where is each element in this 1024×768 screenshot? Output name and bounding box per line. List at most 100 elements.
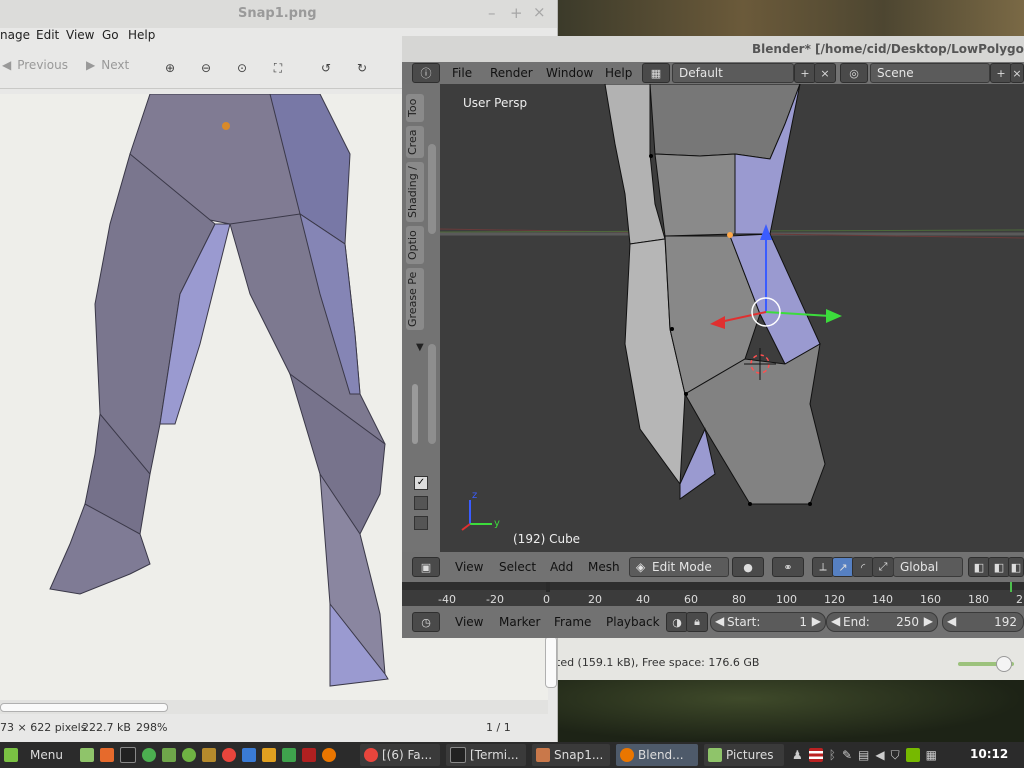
zoom-normal-button[interactable]: ⊙	[230, 56, 254, 80]
menu-render[interactable]: Render	[490, 66, 533, 80]
menu-view[interactable]: View	[455, 615, 483, 629]
increment-icon[interactable]: ▶	[812, 614, 821, 628]
tabs-scrollbar[interactable]	[428, 144, 436, 234]
current-frame-field[interactable]: ◀ 192	[942, 612, 1024, 632]
game-icon[interactable]	[302, 748, 316, 762]
layer-button-1[interactable]: ◧	[968, 557, 990, 577]
menu-help[interactable]: Help	[605, 66, 632, 80]
rotate-left-button[interactable]: ↺	[314, 56, 338, 80]
files-icon[interactable]	[162, 748, 176, 762]
screen-layout-button[interactable]: ▦	[642, 63, 670, 83]
frame-indicator[interactable]	[1010, 582, 1012, 592]
clock[interactable]: 10:12	[970, 747, 1008, 761]
horizontal-scrollbar[interactable]	[0, 700, 548, 714]
best-fit-button[interactable]: ⛶	[266, 56, 290, 80]
manipulator-toggle[interactable]: ⟂	[812, 557, 834, 577]
task-terminal[interactable]: [Termi...	[446, 744, 526, 766]
menu-add[interactable]: Add	[550, 560, 573, 574]
tab-options[interactable]: Optio	[406, 226, 424, 264]
lock-button[interactable]: 🔒︎	[686, 612, 708, 632]
task-blender[interactable]: Blend...	[616, 744, 698, 766]
previous-button[interactable]: ◀ Previous	[2, 58, 68, 72]
gimp-icon[interactable]	[202, 748, 216, 762]
menu-mesh[interactable]: Mesh	[588, 560, 620, 574]
end-frame-field[interactable]: ◀ End: 250 ▶	[826, 612, 938, 632]
writer-icon[interactable]	[242, 748, 256, 762]
menu-view[interactable]: View	[455, 560, 483, 574]
calc-icon[interactable]	[282, 748, 296, 762]
range-toggle-button[interactable]: ◑	[666, 612, 688, 632]
tools-icon[interactable]: ✎	[842, 748, 852, 762]
volume-icon[interactable]: ◀	[875, 748, 884, 762]
menu-window[interactable]: Window	[546, 66, 593, 80]
maximize-button[interactable]: +	[510, 4, 523, 22]
checkbox-checked[interactable]: ✓	[414, 476, 428, 490]
user-icon[interactable]: ♟	[792, 748, 803, 762]
nvidia-icon[interactable]	[905, 748, 920, 762]
panel-collapse-icon[interactable]: ▼	[416, 342, 424, 353]
tab-create[interactable]: Crea	[406, 126, 424, 158]
pivot-point-button[interactable]: ⚭	[772, 557, 804, 577]
menu-edit[interactable]: Edit	[36, 28, 59, 42]
terminal-icon[interactable]	[120, 747, 136, 763]
scale-manipulator[interactable]: ⤢	[872, 557, 894, 577]
menu-select[interactable]: Select	[499, 560, 536, 574]
menu-playback[interactable]: Playback	[606, 615, 660, 629]
menu-view[interactable]: View	[66, 28, 94, 42]
add-layout-button[interactable]: +	[794, 63, 816, 83]
decrement-icon[interactable]: ◀	[831, 614, 840, 628]
bluetooth-icon[interactable]: ᛒ	[829, 748, 836, 762]
viewport-shading-button[interactable]: ●	[732, 557, 764, 577]
tab-tools[interactable]: Too	[406, 94, 424, 122]
timeline[interactable]: -40 -20 0 20 40 60 80 100 120 140 160 18…	[402, 582, 1024, 606]
panel-slider[interactable]	[412, 384, 418, 444]
decrement-icon[interactable]: ◀	[715, 614, 724, 628]
delete-scene-button[interactable]: ×	[1010, 63, 1024, 83]
menu-help[interactable]: Help	[128, 28, 155, 42]
panel-scrollbar[interactable]	[428, 344, 436, 444]
task-pictures[interactable]: Pictures	[704, 744, 784, 766]
layer-button-2[interactable]: ◧	[988, 557, 1010, 577]
chrome-alt-icon[interactable]	[182, 748, 196, 762]
menu-file[interactable]: File	[452, 66, 472, 80]
keyboard-layout-flag-icon[interactable]	[808, 748, 823, 762]
translate-manipulator[interactable]: ↗	[832, 557, 854, 577]
menu-marker[interactable]: Marker	[499, 615, 540, 629]
increment-icon[interactable]: ▶	[924, 614, 933, 628]
show-desktop-icon[interactable]	[80, 748, 94, 762]
3d-viewport[interactable]: z y User Persp (192) Cube	[440, 84, 1024, 552]
editor-type-info-button[interactable]: ⓘ	[412, 63, 440, 83]
decrement-icon[interactable]: ◀	[947, 614, 956, 628]
add-scene-button[interactable]: +	[990, 63, 1012, 83]
zoom-in-button[interactable]: ⊕	[158, 56, 182, 80]
next-button[interactable]: ▶ Next	[86, 58, 129, 72]
network-icon[interactable]: ▦	[926, 748, 937, 762]
task-image-viewer[interactable]: Snap1...	[532, 744, 610, 766]
menu-frame[interactable]: Frame	[554, 615, 591, 629]
tab-shading[interactable]: Shading /	[406, 162, 424, 222]
delete-layout-button[interactable]: ×	[814, 63, 836, 83]
editor-type-3d-button[interactable]: ▣	[412, 557, 440, 577]
horizontal-scroll-thumb[interactable]	[0, 703, 168, 712]
menu-image[interactable]: nage	[0, 28, 30, 42]
notes-icon[interactable]: ▤	[858, 748, 869, 762]
editor-type-timeline-button[interactable]: ◷	[412, 612, 440, 632]
shield-icon[interactable]: ⛉	[891, 748, 900, 763]
chrome-icon[interactable]	[222, 748, 236, 762]
menu-button[interactable]: Menu	[4, 744, 63, 766]
blender-icon[interactable]	[322, 748, 336, 762]
software-icon[interactable]	[142, 748, 156, 762]
scene-type-button[interactable]: ◎	[840, 63, 868, 83]
rotate-manipulator[interactable]: ◜	[852, 557, 874, 577]
layer-button-3[interactable]: ◧	[1008, 557, 1024, 577]
vertical-scroll-thumb[interactable]	[545, 636, 557, 688]
start-frame-field[interactable]: ◀ Start: 1 ▶	[710, 612, 826, 632]
rotate-right-button[interactable]: ↻	[350, 56, 374, 80]
mode-selector[interactable]: ◈ Edit Mode	[629, 557, 729, 577]
scene-selector[interactable]: Scene	[870, 63, 990, 83]
menu-go[interactable]: Go	[102, 28, 119, 42]
layout-selector[interactable]: Default	[672, 63, 794, 83]
impress-icon[interactable]	[262, 748, 276, 762]
task-chrome[interactable]: [(6) Fa...	[360, 744, 440, 766]
zoom-out-button[interactable]: ⊖	[194, 56, 218, 80]
